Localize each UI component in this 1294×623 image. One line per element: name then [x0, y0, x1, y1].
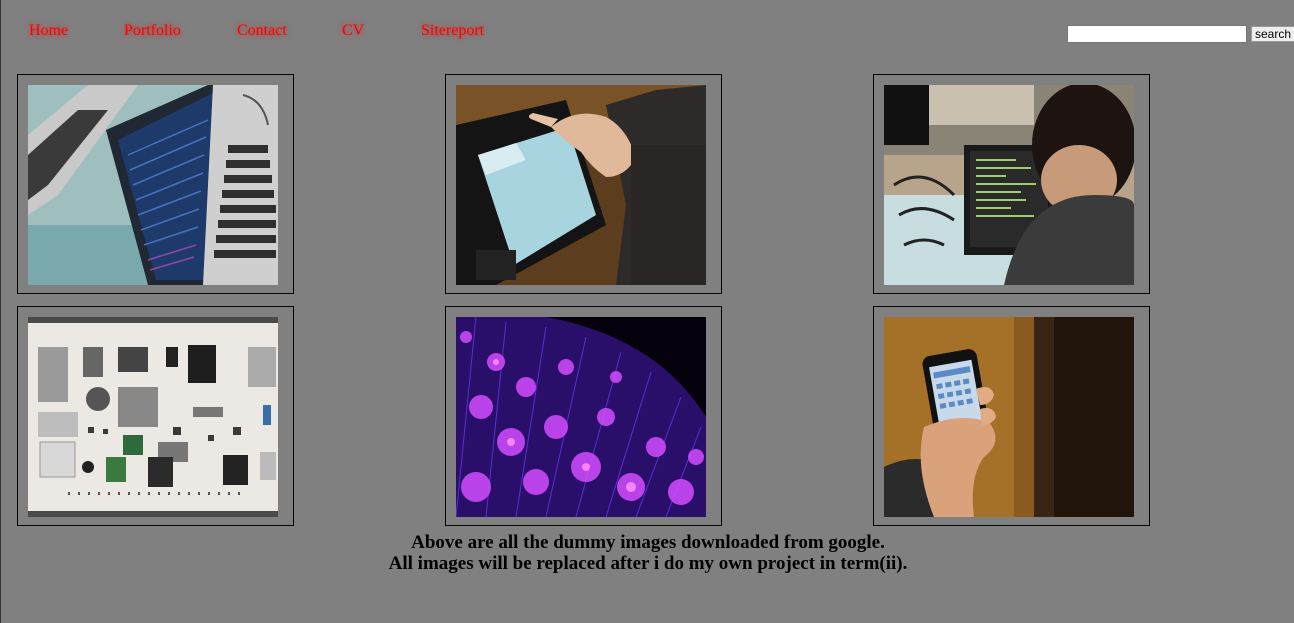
search-button[interactable]: search — [1251, 26, 1294, 42]
search-input[interactable] — [1067, 25, 1247, 43]
nav-contact-link[interactable]: Contact — [237, 22, 287, 40]
gallery-tile-5 — [445, 306, 722, 526]
tablet-image — [456, 85, 706, 285]
search-form: search — [1067, 25, 1294, 43]
nav-home-link[interactable]: Home — [29, 22, 68, 40]
gallery-tile-4 — [17, 306, 294, 526]
caption-line-2: All images will be replaced after i do m… — [388, 553, 908, 574]
gallery-tile-2 — [445, 74, 722, 294]
nav-portfolio-link[interactable]: Portfolio — [124, 22, 181, 40]
nav-sitereport-link[interactable]: Sitereport — [421, 22, 484, 40]
caption-line-1: Above are all the dummy images downloade… — [411, 532, 885, 553]
coder-image — [884, 85, 1134, 285]
gallery-tile-1 — [17, 74, 294, 294]
page: Home Portfolio Contact CV Sitereport sea… — [0, 0, 1294, 623]
smartphone-image — [884, 317, 1134, 517]
camera-parts-image — [28, 317, 278, 517]
gallery-tile-3 — [873, 74, 1150, 294]
laptop-image — [28, 85, 278, 285]
fiber-optics-image — [456, 317, 706, 517]
gallery-tile-6 — [873, 306, 1150, 526]
nav-cv-link[interactable]: CV — [342, 22, 364, 40]
gallery-caption: Above are all the dummy images downloade… — [1, 532, 1294, 574]
